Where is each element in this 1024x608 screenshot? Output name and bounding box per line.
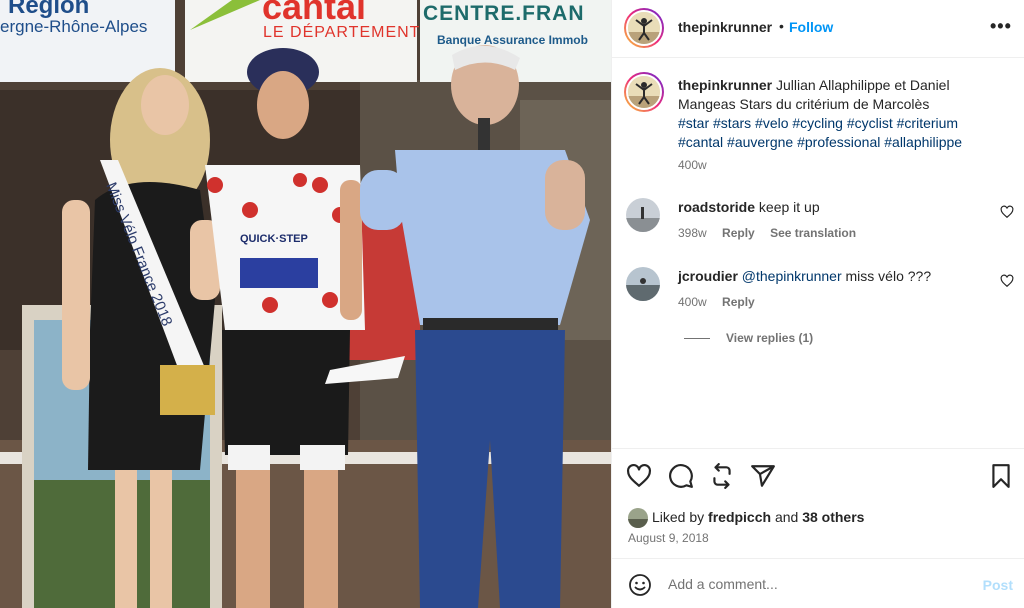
- heart-icon[interactable]: [626, 463, 652, 489]
- comment-avatar[interactable]: [626, 198, 660, 232]
- jersey-text: QUICK·STEP: [240, 233, 308, 245]
- liked-by-text: Liked by fredpicch and 38 others: [652, 509, 864, 525]
- repost-icon[interactable]: [709, 463, 735, 489]
- post-details-panel: thepinkrunner • Follow ••• thepinkrunner…: [611, 0, 1024, 608]
- avatar-landscape-icon: [628, 508, 648, 528]
- header-separator: •: [779, 18, 784, 34]
- caption-username[interactable]: thepinkrunner: [678, 77, 772, 93]
- view-replies-button[interactable]: View replies (1): [684, 331, 813, 345]
- comment-body: keep it up: [758, 199, 820, 215]
- comment-input[interactable]: [668, 572, 968, 596]
- banner-centre-text: CENTRE.FRAN: [423, 2, 585, 25]
- more-options-icon[interactable]: •••: [990, 16, 1012, 37]
- runner-silhouette-icon: [628, 76, 660, 108]
- liked-by-prefix: Liked by: [652, 509, 705, 525]
- bookmark-icon[interactable]: [988, 463, 1014, 489]
- comment-icon[interactable]: [668, 463, 694, 489]
- photo-scene: [0, 0, 611, 608]
- post-comment-button[interactable]: Post: [983, 577, 1013, 593]
- liked-by-others[interactable]: 38 others: [802, 509, 864, 525]
- post-header: thepinkrunner • Follow •••: [612, 0, 1024, 58]
- comment-like-heart-icon[interactable]: [1000, 205, 1014, 219]
- view-replies-divider: [684, 338, 710, 340]
- comment-item: jcroudier @thepinkrunner miss vélo ??? 4…: [626, 267, 1016, 315]
- follow-button[interactable]: Follow: [789, 19, 833, 35]
- comment-text-row: jcroudier @thepinkrunner miss vélo ???: [678, 268, 931, 284]
- comment-timestamp[interactable]: 400w: [678, 295, 707, 309]
- see-translation-button[interactable]: See translation: [770, 226, 856, 240]
- banner-banque-text: Banque Assurance Immob: [437, 33, 588, 47]
- comment-item: roadstoride keep it up 398w Reply See tr…: [626, 198, 1016, 246]
- share-icon[interactable]: [750, 463, 776, 489]
- liked-by-user[interactable]: fredpicch: [708, 509, 771, 525]
- view-replies-label: View replies (1): [726, 331, 814, 345]
- comment-username[interactable]: jcroudier: [678, 268, 738, 284]
- post-caption: thepinkrunner Jullian Allaphilippe et Da…: [678, 76, 998, 152]
- avatar-landscape-icon: [626, 267, 660, 301]
- comment-mention[interactable]: @thepinkrunner: [742, 268, 842, 284]
- emoji-icon[interactable]: [628, 573, 652, 597]
- runner-silhouette-icon: [628, 12, 660, 44]
- header-username[interactable]: thepinkrunner: [678, 19, 772, 35]
- comment-avatar[interactable]: [626, 267, 660, 301]
- comment-username[interactable]: roadstoride: [678, 199, 755, 215]
- post-date[interactable]: August 9, 2018: [628, 531, 709, 545]
- header-avatar[interactable]: [624, 8, 664, 48]
- banner-region-subtext: ergne-Rhône-Alpes: [0, 17, 148, 36]
- add-comment-bar: Post: [612, 558, 1024, 608]
- reply-button[interactable]: Reply: [722, 295, 755, 309]
- comment-text-row: roadstoride keep it up: [678, 199, 820, 215]
- caption-timestamp[interactable]: 400w: [678, 158, 707, 172]
- liked-by-avatar[interactable]: [628, 508, 648, 528]
- comment-timestamp[interactable]: 398w: [678, 226, 707, 240]
- post-photo[interactable]: Région ergne-Rhône-Alpes cantal LE DÉPAR…: [0, 0, 611, 608]
- avatar-landscape-icon: [626, 198, 660, 232]
- caption-hashtags[interactable]: #star #stars #velo #cycling #cyclist #cr…: [678, 115, 962, 150]
- caption-avatar[interactable]: [624, 72, 664, 112]
- comment-meta: 398w Reply See translation: [678, 226, 868, 240]
- reply-button[interactable]: Reply: [722, 226, 755, 240]
- comment-meta: 400w Reply: [678, 295, 767, 309]
- post-actions: Liked by fredpicch and 38 others August …: [612, 448, 1024, 558]
- liked-by-joiner: and: [774, 509, 799, 525]
- banner-cantal-subtext: LE DÉPARTEMENT: [263, 24, 421, 41]
- comment-like-heart-icon[interactable]: [1000, 274, 1014, 288]
- comment-body: miss vélo ???: [845, 268, 932, 284]
